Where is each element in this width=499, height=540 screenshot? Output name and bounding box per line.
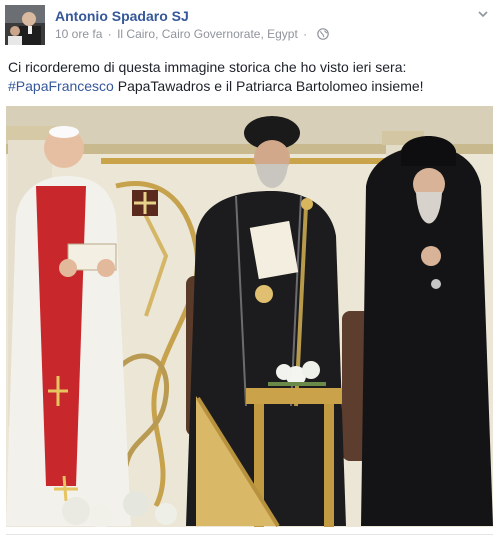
globe-icon[interactable] xyxy=(316,28,329,44)
post-location[interactable]: Il Cairo, Cairo Governorate, Egypt xyxy=(117,27,298,41)
post-text-line-2-rest: PapaTawadros e il Patriarca Bartolomeo i… xyxy=(113,78,424,94)
post-text-line-2: #PapaFrancesco PapaTawadros e il Patriar… xyxy=(8,77,492,96)
post-text: Ci ricorderemo di questa immagine storic… xyxy=(8,58,492,96)
meta-separator-2: · xyxy=(303,27,308,41)
facebook-post: Antonio Spadaro SJ 10 ore fa · Il Cairo,… xyxy=(0,0,499,540)
post-timestamp[interactable]: 10 ore fa xyxy=(55,27,102,41)
meta-separator: · xyxy=(107,27,112,41)
author-avatar[interactable] xyxy=(5,5,45,45)
hashtag-link[interactable]: #PapaFrancesco xyxy=(8,78,114,94)
post-text-line-1: Ci ricorderemo di questa immagine storic… xyxy=(8,59,407,75)
post-meta: 10 ore fa · Il Cairo, Cairo Governorate,… xyxy=(55,27,329,44)
divider xyxy=(6,534,493,535)
post-photo[interactable] xyxy=(6,106,493,527)
author-name[interactable]: Antonio Spadaro SJ xyxy=(55,8,189,24)
post-options-chevron-icon[interactable] xyxy=(475,6,491,22)
